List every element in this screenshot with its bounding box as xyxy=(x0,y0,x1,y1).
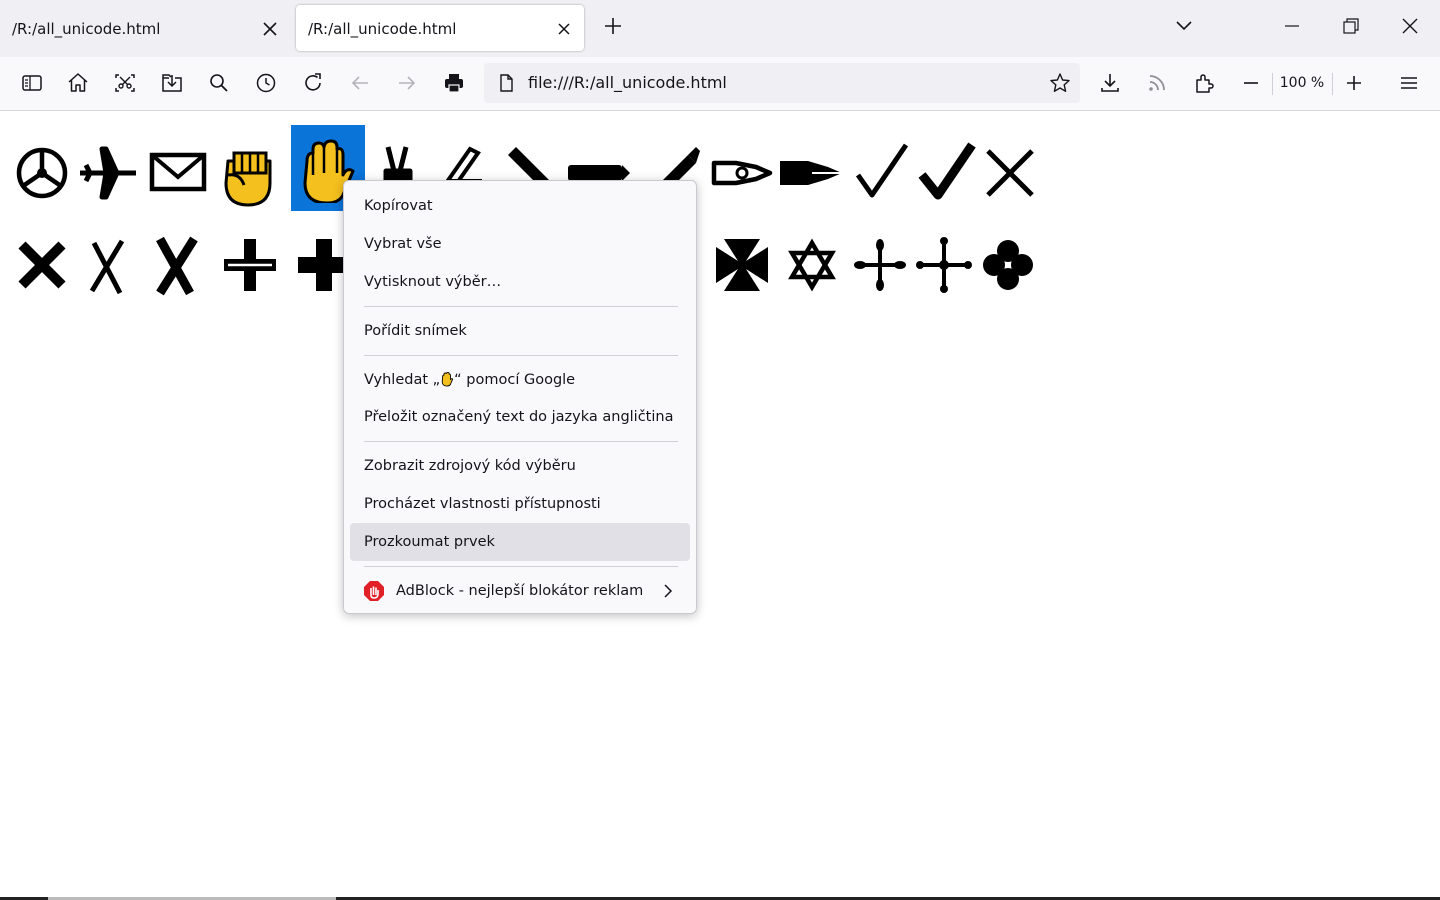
menu-item-adblock[interactable]: AdBlock - nejlepší blokátor reklam xyxy=(350,573,690,609)
multiplication-x-glyph xyxy=(986,149,1034,197)
tab-2[interactable]: /R:/all_unicode.html xyxy=(296,5,584,51)
menu-item-search-google[interactable]: Vyhledat „ “ pomocí Google xyxy=(350,362,690,398)
url-bar[interactable]: file:///R:/all_unicode.html xyxy=(484,63,1080,103)
raised-fist-emoji xyxy=(224,151,272,207)
page-content xyxy=(0,111,1440,897)
menu-item-view-selection-source[interactable]: Zobrazit zdrojový kód výběru xyxy=(350,448,690,484)
zoom-out-icon[interactable] xyxy=(1239,71,1263,95)
steering-wheel-glyph xyxy=(16,147,68,199)
star-of-david-glyph xyxy=(788,238,836,292)
menu-item-translate[interactable]: Přeložit označený text do jazyka angličt… xyxy=(350,399,690,435)
outlined-greek-cross-glyph xyxy=(224,239,276,291)
history-icon[interactable] xyxy=(254,71,278,95)
close-icon[interactable] xyxy=(1398,14,1422,38)
search-label-prefix: Vyhledat „ xyxy=(364,372,441,388)
url-text[interactable]: file:///R:/all_unicode.html xyxy=(528,63,727,103)
four-club-asterisk-glyph xyxy=(983,240,1033,290)
menu-separator xyxy=(364,355,678,356)
maltese-cross-glyph xyxy=(716,239,768,291)
adblock-label: AdBlock - nejlepší blokátor reklam xyxy=(396,583,644,599)
four-ball-asterisk-glyph xyxy=(916,237,972,293)
menu-separator xyxy=(364,566,678,567)
screenshot-icon[interactable] xyxy=(113,71,137,95)
navigation-toolbar: file:///R:/all_unicode.html 100 % xyxy=(0,57,1440,111)
context-menu: Kopírovat Vybrat vše Vytisknout výběr… P… xyxy=(343,180,697,614)
menu-item-inspect-element[interactable]: Prozkoumat prvek xyxy=(350,523,690,561)
nib-glyph xyxy=(780,161,842,185)
forward-icon[interactable] xyxy=(395,71,419,95)
file-icon xyxy=(500,74,513,92)
print-icon[interactable] xyxy=(442,71,466,95)
menu-item-print-selection[interactable]: Vytisknout výběr… xyxy=(350,264,690,300)
ballot-x-glyph xyxy=(89,239,125,295)
restore-icon[interactable] xyxy=(1339,14,1363,38)
downloads-icon[interactable] xyxy=(1098,71,1122,95)
reload-icon[interactable] xyxy=(301,71,325,95)
tab-title: /R:/all_unicode.html xyxy=(308,20,457,38)
save-page-icon[interactable] xyxy=(160,71,184,95)
plus-icon[interactable] xyxy=(601,14,625,38)
menu-separator xyxy=(364,306,678,307)
extensions-icon[interactable] xyxy=(1192,71,1216,95)
menu-item-copy[interactable]: Kopírovat xyxy=(350,188,690,224)
chevron-down-icon[interactable] xyxy=(1172,14,1196,38)
menu-icon[interactable] xyxy=(1397,71,1421,95)
tab-title: /R:/all_unicode.html xyxy=(12,20,161,38)
search-icon[interactable] xyxy=(207,71,231,95)
menu-item-select-all[interactable]: Vybrat vše xyxy=(350,226,690,262)
heavy-check-mark-glyph xyxy=(918,142,976,200)
six-teardrop-asterisk-glyph xyxy=(854,239,906,291)
check-mark-glyph xyxy=(855,143,909,198)
close-icon[interactable] xyxy=(554,19,574,39)
heavy-ballot-x-glyph xyxy=(156,236,198,296)
back-icon[interactable] xyxy=(348,71,372,95)
minimize-icon[interactable] xyxy=(1280,14,1304,38)
menu-item-take-screenshot[interactable]: Pořídit snímek xyxy=(350,313,690,349)
chevron-right-icon xyxy=(664,584,673,598)
menu-item-inspect-accessibility[interactable]: Procházet vlastnosti přístupnosti xyxy=(350,486,690,522)
menu-separator xyxy=(364,441,678,442)
raised-hand-icon xyxy=(441,371,454,387)
rss-icon[interactable] xyxy=(1145,71,1169,95)
separator xyxy=(1332,73,1333,95)
white-nib-glyph xyxy=(711,160,773,186)
bookmark-star-icon[interactable] xyxy=(1048,71,1072,95)
separator xyxy=(1272,73,1273,95)
tab-1[interactable]: /R:/all_unicode.html xyxy=(0,5,290,51)
adblock-icon xyxy=(364,581,384,601)
sidebar-icon[interactable] xyxy=(20,71,44,95)
envelope-glyph xyxy=(149,152,207,192)
zoom-reset-button[interactable]: 100 % xyxy=(1278,71,1326,95)
close-icon[interactable] xyxy=(260,19,280,39)
search-label-suffix: “ pomocí Google xyxy=(454,372,576,388)
tab-strip: /R:/all_unicode.html /R:/all_unicode.htm… xyxy=(0,0,1440,57)
home-icon[interactable] xyxy=(66,71,90,95)
airplane-glyph xyxy=(80,146,136,200)
heavy-multiplication-x-glyph xyxy=(18,241,66,289)
zoom-in-icon[interactable] xyxy=(1342,71,1366,95)
